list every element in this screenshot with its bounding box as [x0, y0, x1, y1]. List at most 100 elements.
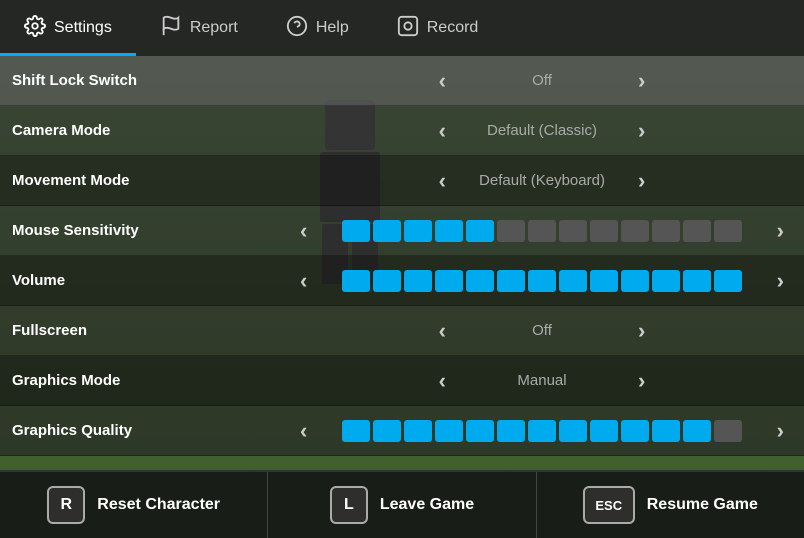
slider-seg-2[interactable]	[404, 270, 432, 292]
slider-seg-1[interactable]	[373, 270, 401, 292]
slider-seg-6[interactable]	[528, 420, 556, 442]
slider-seg-2[interactable]	[404, 420, 432, 442]
nav-bar: Settings Report Help Record	[0, 0, 804, 56]
action-label-resume: Resume Game	[647, 496, 758, 514]
arrow-left-mouse-sensitivity[interactable]: ‹	[292, 220, 315, 242]
settings-list: Shift Lock Switch‹Off›Camera Mode‹Defaul…	[0, 56, 804, 470]
nav-label-help: Help	[316, 19, 349, 37]
arrow-left-movement-mode[interactable]: ‹	[431, 170, 454, 192]
arrow-right-graphics-quality[interactable]: ›	[769, 420, 792, 442]
setting-row-movement-mode: Movement Mode ‹ Default (Keyboard) ›	[0, 156, 804, 206]
arrow-right-movement-mode[interactable]: ›	[630, 170, 653, 192]
setting-control-camera-mode: ‹ Default (Classic) ›	[292, 120, 792, 142]
action-label-leave: Leave Game	[380, 496, 474, 514]
nav-item-record[interactable]: Record	[373, 0, 503, 56]
setting-label-mouse-sensitivity: Mouse Sensitivity	[12, 222, 292, 239]
arrow-left-graphics-quality[interactable]: ‹	[292, 420, 315, 442]
slider-seg-8[interactable]	[590, 420, 618, 442]
nav-item-settings[interactable]: Settings	[0, 0, 136, 56]
arrow-right-volume[interactable]: ›	[769, 270, 792, 292]
action-btn-leave[interactable]: L Leave Game	[268, 472, 536, 538]
slider-seg-9[interactable]	[621, 420, 649, 442]
slider-volume[interactable]	[323, 270, 760, 292]
slider-seg-8[interactable]	[590, 270, 618, 292]
slider-seg-5[interactable]	[497, 420, 525, 442]
slider-seg-7[interactable]	[559, 270, 587, 292]
nav-item-help[interactable]: Help	[262, 0, 373, 56]
slider-seg-8[interactable]	[590, 220, 618, 242]
setting-label-graphics-quality: Graphics Quality	[12, 422, 292, 439]
slider-seg-10[interactable]	[652, 270, 680, 292]
slider-seg-7[interactable]	[559, 220, 587, 242]
setting-label-shift-lock: Shift Lock Switch	[12, 72, 292, 89]
arrow-left-graphics-mode[interactable]: ‹	[431, 370, 454, 392]
nav-label-settings: Settings	[54, 19, 112, 37]
slider-seg-1[interactable]	[373, 420, 401, 442]
setting-row-fullscreen: Fullscreen‹Off›	[0, 306, 804, 356]
slider-seg-0[interactable]	[342, 420, 370, 442]
settings-area: Shift Lock Switch‹Off›Camera Mode‹Defaul…	[0, 56, 804, 470]
nav-item-report[interactable]: Report	[136, 0, 262, 56]
setting-label-volume: Volume	[12, 272, 292, 289]
setting-control-graphics-quality: ‹›	[292, 420, 792, 442]
slider-seg-3[interactable]	[435, 220, 463, 242]
slider-graphics-quality[interactable]	[323, 420, 760, 442]
slider-seg-10[interactable]	[652, 220, 680, 242]
slider-seg-3[interactable]	[435, 270, 463, 292]
nav-label-report: Report	[190, 19, 238, 37]
slider-seg-9[interactable]	[621, 270, 649, 292]
slider-seg-6[interactable]	[528, 220, 556, 242]
setting-value-graphics-mode: Manual	[462, 372, 622, 389]
arrow-right-fullscreen[interactable]: ›	[630, 320, 653, 342]
report-icon	[160, 15, 182, 41]
slider-seg-7[interactable]	[559, 420, 587, 442]
key-badge-leave: L	[330, 486, 368, 524]
slider-seg-12[interactable]	[714, 420, 742, 442]
main-panel: Settings Report Help Record Shift Lock Swit…	[0, 0, 804, 538]
record-icon	[397, 15, 419, 41]
action-btn-reset[interactable]: RReset Character	[0, 472, 268, 538]
action-bar: RReset Character L Leave Game ESCResume Gam…	[0, 470, 804, 538]
setting-control-mouse-sensitivity: ‹›	[292, 220, 792, 242]
setting-label-movement-mode: Movement Mode	[12, 172, 292, 189]
setting-control-graphics-mode: ‹ Manual ›	[292, 370, 792, 392]
arrow-left-camera-mode[interactable]: ‹	[431, 120, 454, 142]
nav-label-record: Record	[427, 19, 479, 37]
setting-value-movement-mode: Default (Keyboard)	[462, 172, 622, 189]
slider-seg-11[interactable]	[683, 420, 711, 442]
arrow-left-shift-lock[interactable]: ‹	[431, 70, 454, 92]
arrow-left-fullscreen[interactable]: ‹	[431, 320, 454, 342]
slider-seg-0[interactable]	[342, 220, 370, 242]
arrow-right-camera-mode[interactable]: ›	[630, 120, 653, 142]
slider-seg-4[interactable]	[466, 420, 494, 442]
setting-row-camera-mode: Camera Mode‹Default (Classic)›	[0, 106, 804, 156]
arrow-right-graphics-mode[interactable]: ›	[630, 370, 653, 392]
slider-seg-12[interactable]	[714, 270, 742, 292]
setting-row-graphics-quality: Graphics Quality‹›	[0, 406, 804, 456]
slider-seg-5[interactable]	[497, 270, 525, 292]
slider-mouse-sensitivity[interactable]	[323, 220, 760, 242]
slider-seg-6[interactable]	[528, 270, 556, 292]
arrow-right-mouse-sensitivity[interactable]: ›	[769, 220, 792, 242]
slider-seg-11[interactable]	[683, 220, 711, 242]
slider-seg-3[interactable]	[435, 420, 463, 442]
action-btn-resume[interactable]: ESCResume Game	[537, 472, 804, 538]
slider-seg-11[interactable]	[683, 270, 711, 292]
slider-seg-4[interactable]	[466, 220, 494, 242]
slider-seg-2[interactable]	[404, 220, 432, 242]
setting-control-fullscreen: ‹ Off ›	[292, 320, 792, 342]
setting-value-fullscreen: Off	[462, 322, 622, 339]
slider-seg-1[interactable]	[373, 220, 401, 242]
action-label-reset: Reset Character	[97, 496, 220, 514]
slider-seg-10[interactable]	[652, 420, 680, 442]
slider-seg-9[interactable]	[621, 220, 649, 242]
arrow-left-volume[interactable]: ‹	[292, 270, 315, 292]
slider-seg-0[interactable]	[342, 270, 370, 292]
setting-label-graphics-mode: Graphics Mode	[12, 372, 292, 389]
settings-icon	[24, 15, 46, 41]
slider-seg-4[interactable]	[466, 270, 494, 292]
slider-seg-12[interactable]	[714, 220, 742, 242]
arrow-right-shift-lock[interactable]: ›	[630, 70, 653, 92]
slider-seg-5[interactable]	[497, 220, 525, 242]
setting-value-camera-mode: Default (Classic)	[462, 122, 622, 139]
